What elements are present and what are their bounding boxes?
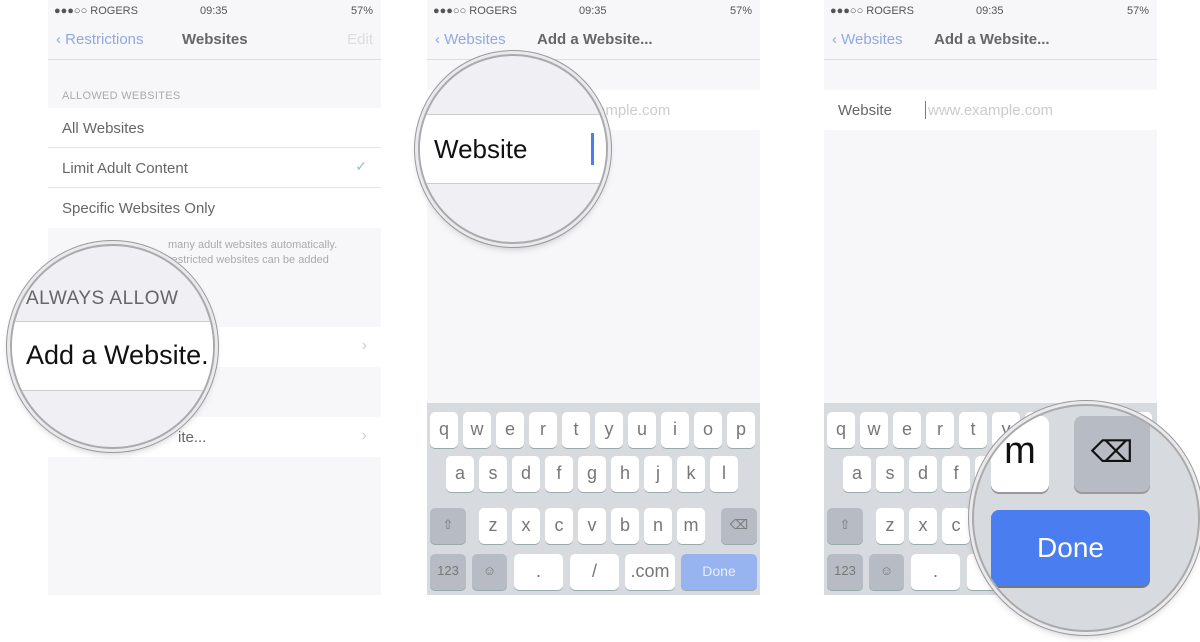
edit-button[interactable]: Edit (347, 31, 373, 48)
key-a[interactable]: a (843, 456, 871, 492)
numbers-key[interactable]: 123 (827, 554, 863, 590)
website-field[interactable]: Website www.example.com (824, 90, 1157, 130)
row-label: ite... (178, 429, 207, 446)
option-label: Limit Adult Content (62, 160, 188, 177)
key-n[interactable]: n (644, 508, 672, 544)
key-z[interactable]: z (876, 508, 904, 544)
back-button[interactable]: ‹ Restrictions (56, 31, 144, 48)
chevron-right-icon: › (361, 427, 367, 444)
magnified-done-button[interactable]: Done (991, 510, 1150, 586)
carrier: ●●●○○ ROGERS (54, 5, 138, 17)
key-i[interactable]: i (661, 412, 689, 448)
key-c[interactable]: c (545, 508, 573, 544)
key-h[interactable]: h (611, 456, 639, 492)
key-m[interactable]: m (677, 508, 705, 544)
nav-bar: ‹ Websites Add a Website... (824, 22, 1157, 60)
done-key[interactable]: Done (681, 554, 757, 590)
back-button[interactable]: ‹ Websites (435, 31, 506, 48)
key-u[interactable]: u (628, 412, 656, 448)
key-x[interactable]: x (512, 508, 540, 544)
slash-key[interactable]: / (570, 554, 619, 590)
footer-text: many adult websites automatically. restri… (168, 239, 338, 266)
section-header: ALLOWED WEBSITES (62, 90, 181, 102)
key-t[interactable]: t (562, 412, 590, 448)
page-title: Add a Website... (934, 31, 1050, 48)
dot-key[interactable]: . (514, 554, 563, 590)
shift-key[interactable]: ⇧ (827, 508, 863, 544)
magnifier-add-website: ALWAYS ALLOW Add a Website. (10, 244, 215, 449)
key-y[interactable]: y (595, 412, 623, 448)
key-f[interactable]: f (942, 456, 970, 492)
key-r[interactable]: r (529, 412, 557, 448)
key-s[interactable]: s (479, 456, 507, 492)
key-j[interactable]: j (644, 456, 672, 492)
key-a[interactable]: a (446, 456, 474, 492)
magnified-row: Add a Website. (12, 321, 213, 391)
shift-key[interactable]: ⇧ (430, 508, 466, 544)
option-label: Specific Websites Only (62, 200, 216, 217)
magnifier-website-field: Website (418, 54, 608, 244)
magnified-label: Website (434, 134, 528, 164)
nav-bar: ‹ Restrictions Websites Edit (48, 22, 381, 60)
nav-bar: ‹ Websites Add a Website... (427, 22, 760, 60)
magnified-header: ALWAYS ALLOW (26, 288, 179, 309)
key-b[interactable]: b (611, 508, 639, 544)
key-q[interactable]: q (827, 412, 855, 448)
key-q[interactable]: q (430, 412, 458, 448)
field-label: Website (838, 102, 892, 119)
key-f[interactable]: f (545, 456, 573, 492)
back-label: Restrictions (65, 31, 144, 48)
key-w[interactable]: w (860, 412, 888, 448)
key-e[interactable]: e (893, 412, 921, 448)
delete-icon: ⌫ (1090, 436, 1134, 469)
option-all-websites[interactable]: All Websites (48, 108, 381, 148)
dot-key[interactable]: . (911, 554, 960, 590)
website-input[interactable]: www.example.com (928, 102, 1053, 119)
key-x[interactable]: x (909, 508, 937, 544)
battery: 57% (350, 5, 373, 17)
magnified-delete-key[interactable]: ⌫ (1074, 416, 1150, 492)
page-title: Websites (182, 31, 248, 48)
magnifier-done-key: m ⌫ Done (972, 404, 1200, 632)
page-title: Add a Website... (537, 31, 653, 48)
key-w[interactable]: w (463, 412, 491, 448)
option-specific-only[interactable]: Specific Websites Only (48, 188, 381, 228)
keyboard: qwertyuiop asdfghjkl ⇧ zxcvbnm ⌫ 123☺./.comDo… (427, 403, 760, 595)
text-cursor (925, 101, 926, 119)
key-e[interactable]: e (496, 412, 524, 448)
key-k[interactable]: k (677, 456, 705, 492)
key-v[interactable]: v (578, 508, 606, 544)
emoji-key[interactable]: ☺ (869, 554, 904, 590)
status-bar: ●●●○○ ROGERS 09:35 57% (48, 0, 381, 22)
back-button[interactable]: ‹ Websites (832, 31, 903, 48)
key-l[interactable]: l (710, 456, 738, 492)
chevron-right-icon: › (361, 337, 367, 354)
text-cursor (591, 133, 594, 165)
delete-key[interactable]: ⌫ (721, 508, 757, 544)
emoji-key[interactable]: ☺ (472, 554, 507, 590)
key-p[interactable]: p (727, 412, 755, 448)
key-r[interactable]: r (926, 412, 954, 448)
status-bar: ●●●○○ ROGERS 09:35 57% (433, 5, 752, 17)
checkmark-icon: ✓ (355, 158, 367, 174)
key-o[interactable]: o (694, 412, 722, 448)
key-d[interactable]: d (512, 456, 540, 492)
option-label: All Websites (62, 120, 145, 137)
key-d[interactable]: d (909, 456, 937, 492)
magnified-m-key[interactable]: m (991, 416, 1049, 492)
key-z[interactable]: z (479, 508, 507, 544)
clock: 09:35 (200, 5, 228, 17)
status-bar: ●●●○○ ROGERS 09:35 57% (830, 5, 1149, 17)
key-s[interactable]: s (876, 456, 904, 492)
dotcom-key[interactable]: .com (625, 554, 675, 590)
key-g[interactable]: g (578, 456, 606, 492)
key-t[interactable]: t (959, 412, 987, 448)
option-limit-adult[interactable]: Limit Adult Content ✓ (48, 148, 381, 188)
key-c[interactable]: c (942, 508, 970, 544)
numbers-key[interactable]: 123 (430, 554, 466, 590)
